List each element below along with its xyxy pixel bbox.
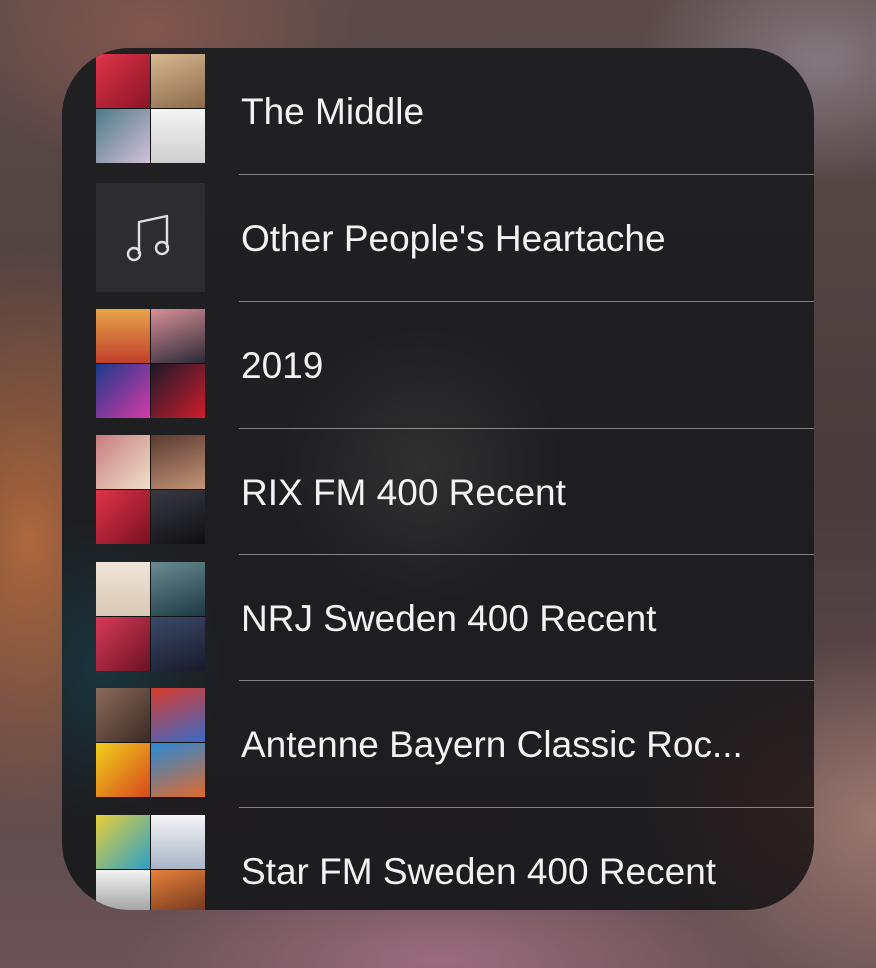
album-cover xyxy=(96,870,150,910)
playlist-artwork xyxy=(96,183,205,292)
album-cover xyxy=(96,617,150,671)
playlist-title: 2019 xyxy=(241,345,324,386)
album-cover xyxy=(96,435,150,489)
album-cover xyxy=(96,815,150,869)
playlist-item[interactable]: Star FM Sweden 400 Recent xyxy=(62,808,814,910)
playlist-item[interactable]: Other People's Heartache xyxy=(62,175,814,302)
playlist-title: Star FM Sweden 400 Recent xyxy=(241,851,717,892)
album-cover xyxy=(96,364,150,418)
album-cover xyxy=(151,309,205,363)
album-cover xyxy=(96,490,150,544)
playlist-item[interactable]: RIX FM 400 Recent xyxy=(62,429,814,556)
playlist-item[interactable]: NRJ Sweden 400 Recent xyxy=(62,555,814,682)
playlist-artwork xyxy=(96,688,205,797)
playlist-artwork xyxy=(96,435,205,544)
playlist-menu-panel: The Middle Other People's Heartache 2019 xyxy=(62,48,814,910)
album-cover xyxy=(151,743,205,797)
playlist-artwork xyxy=(96,815,205,910)
playlist-artwork xyxy=(96,54,205,163)
playlist-title: NRJ Sweden 400 Recent xyxy=(241,598,657,639)
playlist-artwork xyxy=(96,562,205,671)
playlist-item[interactable]: The Middle xyxy=(62,48,814,175)
playlist-title: Other People's Heartache xyxy=(241,218,666,259)
album-cover xyxy=(151,109,205,163)
album-cover xyxy=(151,617,205,671)
playlist-title: The Middle xyxy=(241,91,425,132)
album-cover xyxy=(151,562,205,616)
album-cover xyxy=(151,435,205,489)
playlist-artwork xyxy=(96,309,205,418)
album-cover xyxy=(151,364,205,418)
playlist-item[interactable]: 2019 xyxy=(62,302,814,429)
playlist-title: Antenne Bayern Classic Roc... xyxy=(241,724,743,765)
album-cover xyxy=(151,490,205,544)
album-cover xyxy=(96,309,150,363)
playlist-title: RIX FM 400 Recent xyxy=(241,472,566,513)
album-cover xyxy=(96,688,150,742)
album-cover xyxy=(151,688,205,742)
album-cover xyxy=(96,562,150,616)
album-cover xyxy=(151,870,205,910)
album-cover xyxy=(151,54,205,108)
album-cover xyxy=(151,815,205,869)
album-cover xyxy=(96,743,150,797)
playlist-item[interactable]: Antenne Bayern Classic Roc... xyxy=(62,681,814,808)
music-note-icon xyxy=(126,214,169,261)
album-cover xyxy=(96,109,150,163)
album-cover xyxy=(96,54,150,108)
